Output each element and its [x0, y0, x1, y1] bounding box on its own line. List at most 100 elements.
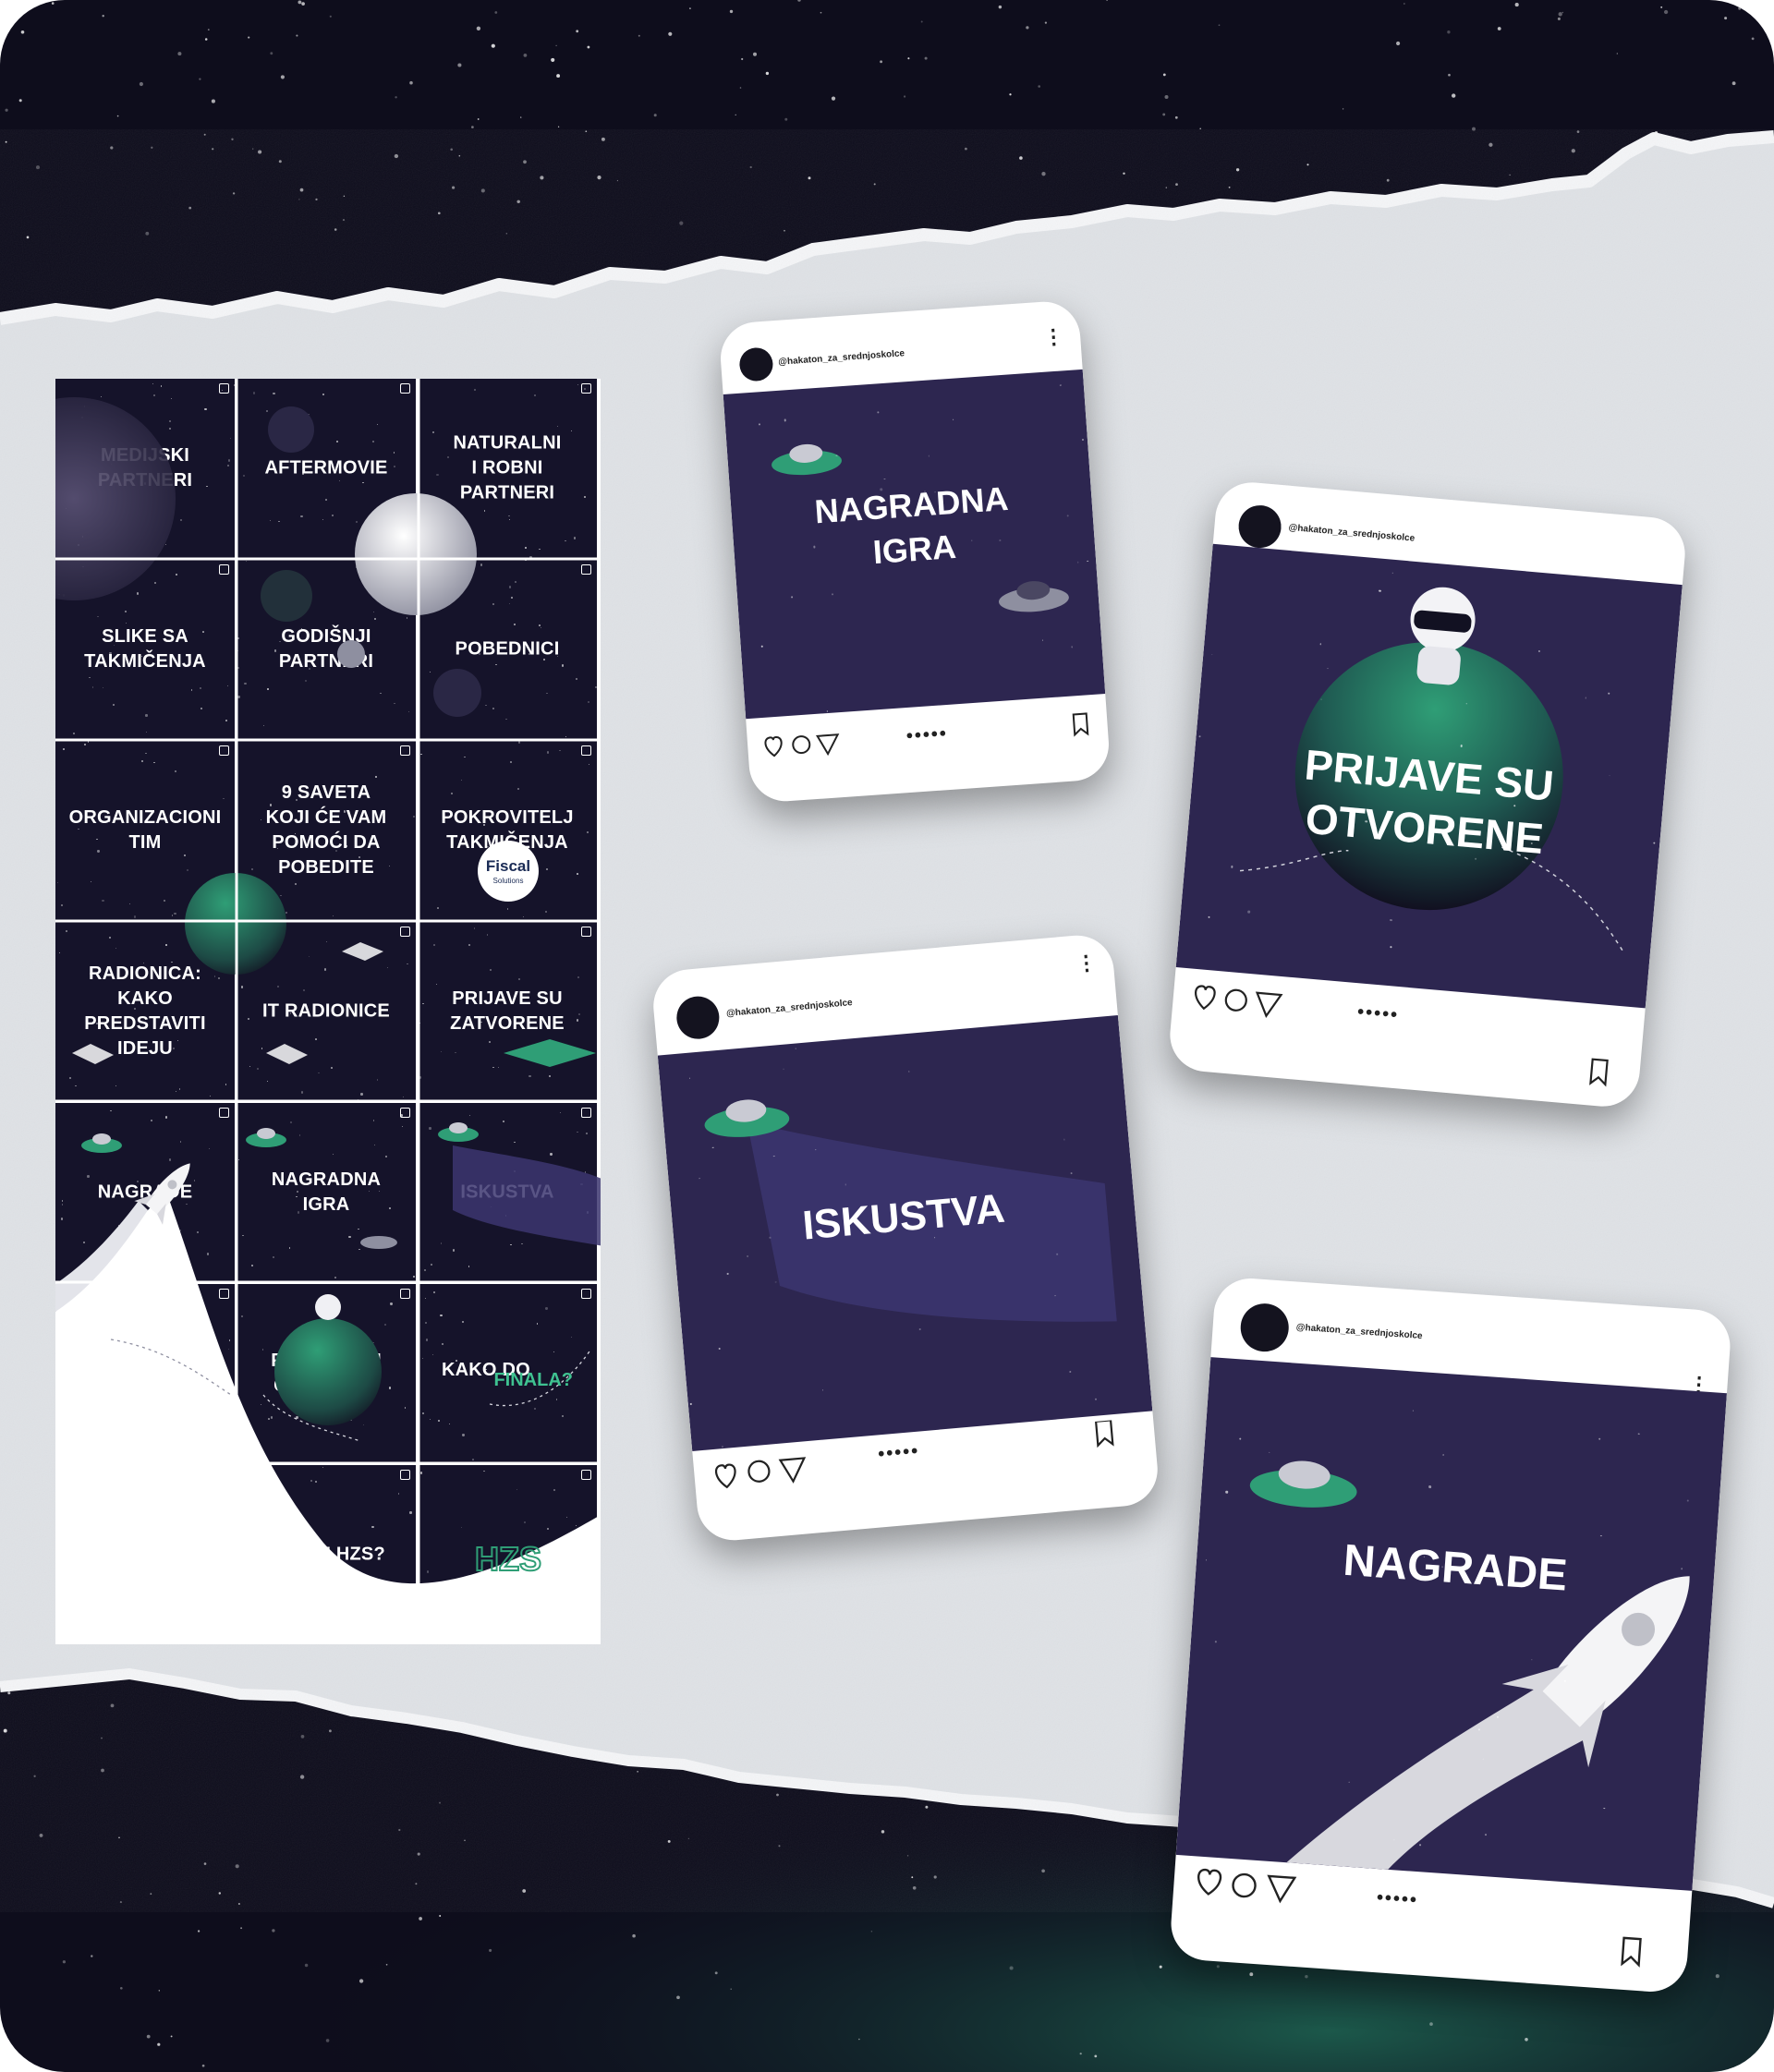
grid-post-label: IT RADIONICE — [262, 1000, 390, 1022]
more-icon[interactable]: ⋮ — [1075, 951, 1098, 975]
carousel-icon — [400, 1108, 410, 1118]
post-card-iskustva: @hakaton_za_srednjoskolce ⋮ ISKUSTVA •••… — [650, 932, 1161, 1544]
carousel-icon — [219, 383, 229, 394]
carousel-dots: ••••• — [1376, 1887, 1419, 1911]
send-icon — [778, 1457, 807, 1484]
grid-post[interactable]: POBEDNICI — [418, 560, 597, 739]
carousel-icon — [400, 383, 410, 394]
grid-post-label: POKROVITELJ TAKMIČENJA — [441, 807, 574, 853]
grid-post[interactable]: SLIKE SA TAKMIČENJA — [55, 560, 235, 739]
presentation-board: MEDIJSKI PARTNERI AFTERMOVIE NATURALNI I R… — [0, 0, 1774, 2072]
username[interactable]: @hakaton_za_srednjoskolce — [778, 348, 905, 368]
carousel-icon — [219, 927, 229, 937]
grid-post[interactable] — [418, 1465, 597, 1644]
username[interactable]: @hakaton_za_srednjoskolce — [1288, 523, 1415, 544]
grid-post-label: AGENDA — [104, 1363, 186, 1384]
heart-icon — [715, 1463, 736, 1489]
grid-post-label: PRIJAVE SU ZATVORENE — [450, 988, 565, 1034]
post-image: NAGRADE — [1175, 1357, 1727, 1891]
grid-post[interactable]: THROWBACK — [55, 1465, 235, 1644]
carousel-icon — [581, 745, 591, 756]
heart-icon — [1197, 1868, 1222, 1896]
carousel-icon — [581, 1108, 591, 1118]
grid-post[interactable]: AFTERMOVIE — [237, 379, 416, 558]
send-icon — [1267, 1874, 1297, 1904]
grid-post[interactable]: KAKO DO — [418, 1284, 597, 1463]
post-card-nagrade: @hakaton_za_srednjoskolce ⋮ NAGRADE ••••… — [1168, 1276, 1733, 1994]
heart-icon — [764, 735, 783, 757]
grid-post-label: ISKUSTVA — [460, 1181, 554, 1203]
grid-post-label: GODIŠNJI PARTNERI — [278, 626, 374, 672]
post-card-prijave-su-otvorene: @hakaton_za_srednjoskolce ⋮ PRIJAVE SU O… — [1167, 479, 1688, 1110]
comment-icon — [747, 1460, 771, 1483]
bookmark-icon — [1094, 1419, 1114, 1448]
avatar[interactable] — [674, 994, 722, 1041]
grid-post-label: KAKO DO — [442, 1360, 530, 1380]
carousel-icon — [219, 1289, 229, 1299]
grid-post[interactable]: RADIONICA: KAKO PREDSTAVITI IDEJU — [55, 922, 235, 1101]
grid-post-label: ORGANIZACIONI TIM — [68, 807, 222, 853]
grid-post[interactable]: ISKUSTVA — [418, 1103, 597, 1282]
comment-icon — [792, 735, 811, 755]
comment-icon — [1224, 988, 1247, 1012]
grid-post[interactable]: IT RADIONICE — [237, 922, 416, 1101]
carousel-icon — [400, 927, 410, 937]
grid-post[interactable]: MEDIJSKI PARTNERI — [55, 379, 235, 558]
rocket-ufo-illustration — [1249, 1460, 1690, 1870]
grid-post-label: 9 SAVETA KOJI ĆE VAM POMOĆI DA POBEDITE — [265, 782, 387, 878]
bookmark-icon — [1621, 1936, 1642, 1968]
post-image: PRIJAVE SU OTVORENE — [1175, 543, 1683, 1009]
heart-icon — [1195, 985, 1216, 1011]
carousel-dots: ••••• — [1356, 1001, 1401, 1026]
grid-post[interactable]: GODIŠNJI PARTNERI — [237, 560, 416, 739]
instagram-grid: MEDIJSKI PARTNERI AFTERMOVIE NATURALNI I R… — [55, 379, 601, 1644]
carousel-icon — [581, 1470, 591, 1480]
carousel-icon — [581, 927, 591, 937]
carousel-icon — [581, 1289, 591, 1299]
grid-post[interactable]: NAGRADNA IGRA — [237, 1103, 416, 1282]
grid-post-label: NATURALNI I ROBNI PARTNERI — [453, 432, 562, 503]
grid-post[interactable]: POKROVITELJ TAKMIČENJA — [418, 741, 597, 920]
grid-post[interactable]: AGENDA — [55, 1284, 235, 1463]
grid-post-label: AFTERMOVIE — [264, 457, 388, 479]
grid-post[interactable]: PRIJAVE SU OTVORENE — [237, 1284, 416, 1463]
post-image: ISKUSTVA — [657, 1015, 1153, 1451]
grid-post[interactable]: PRIJAVE SU ZATVORENE — [418, 922, 597, 1101]
avatar[interactable] — [738, 346, 774, 382]
carousel-icon — [219, 1470, 229, 1480]
grid-post-label: PRIJAVE SU OTVORENE — [271, 1351, 382, 1396]
avatar[interactable] — [1236, 503, 1283, 551]
grid-post-label: RADIONICA: KAKO PREDSTAVITI IDEJU — [84, 963, 206, 1059]
username[interactable]: @hakaton_za_srednjoskolce — [1295, 1323, 1422, 1342]
carousel-dots: ••••• — [877, 1440, 921, 1465]
bookmark-icon — [1589, 1058, 1609, 1087]
carousel-icon — [219, 745, 229, 756]
post-image: NAGRADNA IGRA — [723, 369, 1106, 720]
grid-post-label: NAGRADE — [97, 1181, 193, 1203]
grid-post-label: THROWBACK — [82, 1544, 208, 1565]
grid-post-label: POBEDNICI — [455, 638, 560, 660]
post-card-nagradna-igra: @hakaton_za_srednjoskolce ⋮ NAGRADNA IGR… — [718, 299, 1112, 804]
carousel-icon — [581, 383, 591, 394]
grid-post[interactable]: ORGANIZACIONI TIM — [55, 741, 235, 920]
grid-post[interactable]: NATURALNI I ROBNI PARTNERI — [418, 379, 597, 558]
carousel-dots: ••••• — [905, 723, 949, 747]
grid-post[interactable]: 9 SAVETA KOJI ĆE VAM POMOĆI DA POBEDITE — [237, 741, 416, 920]
grid-post-label: SLIKE SA TAKMIČENJA — [84, 626, 206, 672]
grid-post[interactable]: NAGRADE — [55, 1103, 235, 1282]
username[interactable]: @hakaton_za_srednjoskolce — [726, 998, 853, 1019]
grid-post[interactable]: ŠTA JE HZS? — [237, 1465, 416, 1644]
grid-post-label: NAGRADNA IGRA — [271, 1169, 382, 1215]
carousel-icon — [400, 745, 410, 756]
send-icon — [1255, 991, 1283, 1018]
grid-post-label: MEDIJSKI PARTNERI — [97, 445, 193, 491]
carousel-icon — [400, 1470, 410, 1480]
send-icon — [815, 733, 840, 757]
more-icon[interactable]: ⋮ — [1042, 324, 1064, 348]
bookmark-icon — [1072, 712, 1089, 737]
carousel-icon — [400, 1289, 410, 1299]
carousel-icon — [400, 564, 410, 575]
avatar[interactable] — [1238, 1302, 1291, 1353]
grid-post-label: ŠTA JE HZS? — [267, 1544, 385, 1565]
carousel-icon — [219, 564, 229, 575]
